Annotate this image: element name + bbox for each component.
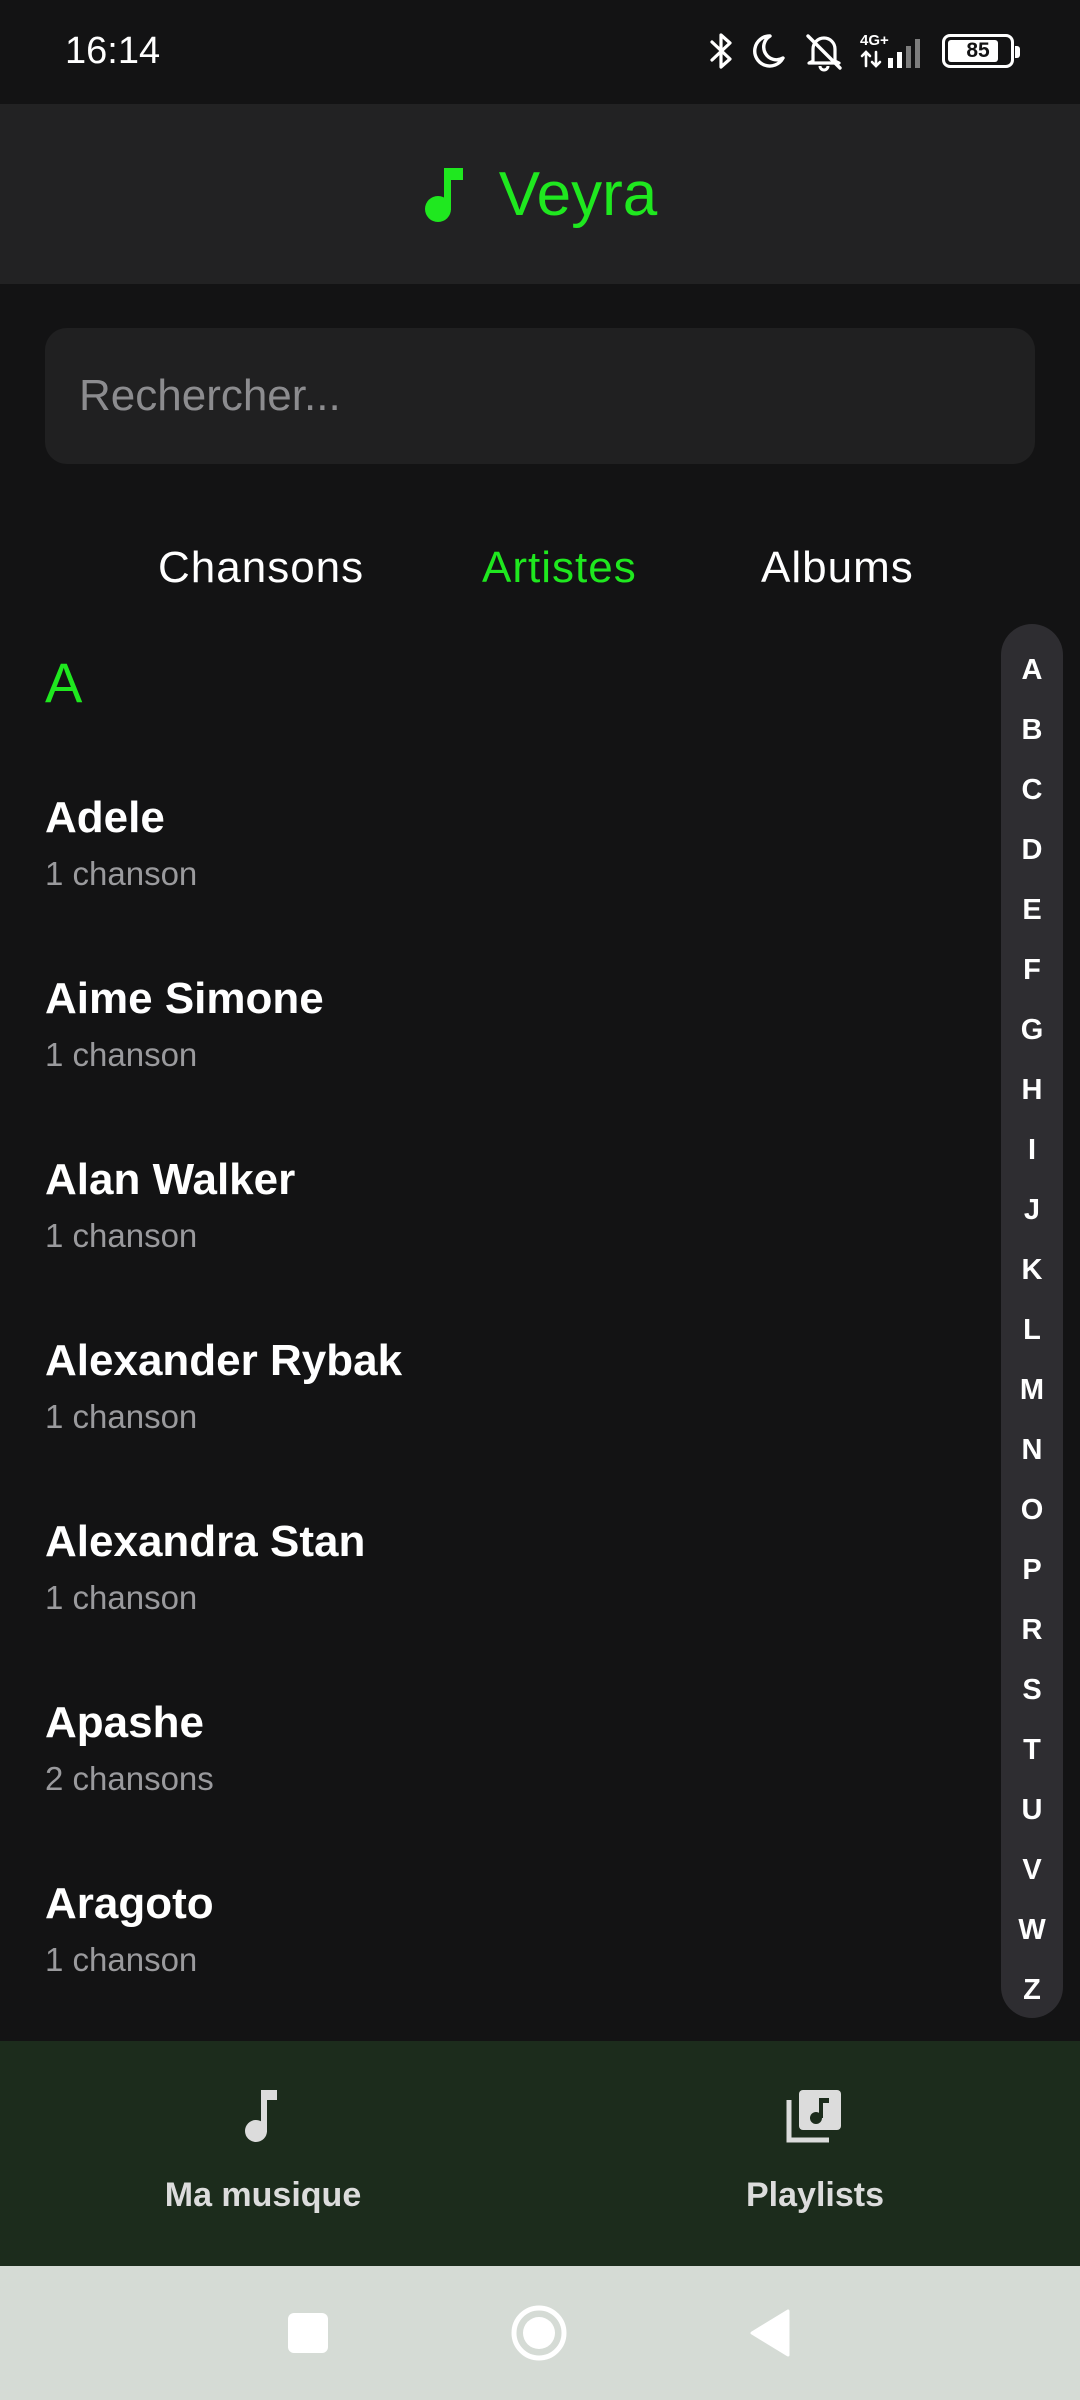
network-type-label: 4G+: [860, 32, 889, 49]
artist-song-count: 2 chansons: [45, 1760, 214, 1797]
home-circle-icon: [511, 2305, 567, 2361]
index-letter-v[interactable]: V: [1001, 1840, 1063, 1900]
system-nav-bar: [0, 2266, 1080, 2400]
battery-tip: [1015, 46, 1020, 58]
artist-song-count: 1 chanson: [45, 1579, 198, 1616]
do-not-disturb-moon-icon: [753, 34, 785, 68]
app-header: Veyra: [0, 104, 1080, 284]
index-letter-d[interactable]: D: [1001, 820, 1063, 880]
tab-albums[interactable]: Albums: [761, 528, 914, 608]
artist-name: Alan Walker: [45, 1155, 296, 1204]
index-letter-c[interactable]: C: [1001, 760, 1063, 820]
status-time: 16:14: [65, 30, 161, 72]
index-letter-z[interactable]: Z: [1001, 1960, 1063, 2020]
artist-song-count: 1 chanson: [45, 1398, 198, 1435]
battery-level: 85: [966, 39, 990, 62]
index-letter-g[interactable]: G: [1001, 1000, 1063, 1060]
index-letter-r[interactable]: R: [1001, 1600, 1063, 1660]
list-item[interactable]: Alexander Rybak 1 chanson: [0, 1313, 990, 1494]
artist-song-count: 1 chanson: [45, 1217, 198, 1254]
artist-name: Adele: [45, 793, 165, 842]
index-letter-k[interactable]: K: [1001, 1240, 1063, 1300]
index-letter-l[interactable]: L: [1001, 1300, 1063, 1360]
tab-artistes[interactable]: Artistes: [482, 528, 637, 608]
index-letter-b[interactable]: B: [1001, 700, 1063, 760]
index-letter-n[interactable]: N: [1001, 1420, 1063, 1480]
index-letter-i[interactable]: I: [1001, 1120, 1063, 1180]
index-letter-f[interactable]: F: [1001, 940, 1063, 1000]
bluetooth-icon: [710, 33, 732, 69]
muted-bell-icon: [806, 34, 842, 72]
list-item[interactable]: Aragoto 1 chanson: [0, 1856, 990, 2037]
index-letter-h[interactable]: H: [1001, 1060, 1063, 1120]
index-letter-s[interactable]: S: [1001, 1660, 1063, 1720]
artist-song-count: 1 chanson: [45, 1036, 198, 1073]
list-item[interactable]: Apashe 2 chansons: [0, 1675, 990, 1856]
index-letter-w[interactable]: W: [1001, 1900, 1063, 1960]
list-item[interactable]: Alan Walker 1 chanson: [0, 1132, 990, 1313]
index-letter-u[interactable]: U: [1001, 1780, 1063, 1840]
list-item[interactable]: Adele 1 chanson: [0, 770, 990, 951]
library-music-icon: [786, 2090, 841, 2143]
index-letter-p[interactable]: P: [1001, 1540, 1063, 1600]
search-input[interactable]: [45, 328, 1035, 464]
artist-name: Alexander Rybak: [45, 1336, 403, 1385]
artist-name: Aragoto: [45, 1879, 214, 1928]
nav-playlists[interactable]: Playlists: [665, 2086, 965, 2215]
artist-name: Aime Simone: [45, 974, 324, 1023]
search-box[interactable]: [45, 328, 1035, 464]
status-icons: 4G+ 85: [706, 26, 1020, 76]
music-note-icon: [424, 168, 463, 222]
recents-square-icon: [288, 2313, 328, 2353]
index-letter-j[interactable]: J: [1001, 1180, 1063, 1240]
index-letter-o[interactable]: O: [1001, 1480, 1063, 1540]
home-button[interactable]: [479, 2266, 599, 2400]
battery-icon: 85: [942, 34, 1020, 68]
index-letter-e[interactable]: E: [1001, 880, 1063, 940]
app-title: Veyra: [498, 159, 658, 229]
index-letter-t[interactable]: T: [1001, 1720, 1063, 1780]
back-button[interactable]: [710, 2266, 830, 2400]
signal-4g-icon: 4G+: [860, 32, 920, 68]
tab-chansons[interactable]: Chansons: [158, 528, 364, 608]
artist-song-count: 1 chanson: [45, 1941, 198, 1978]
nav-label: Ma musique: [164, 2176, 362, 2214]
index-letter-m[interactable]: M: [1001, 1360, 1063, 1420]
tab-bar: Chansons Artistes Albums: [0, 528, 1080, 608]
artist-name: Alexandra Stan: [45, 1517, 366, 1566]
artist-name: Apashe: [45, 1698, 204, 1747]
artist-song-count: 1 chanson: [45, 855, 198, 892]
artist-list: Adele 1 chanson Aime Simone 1 chanson Al…: [0, 770, 990, 2037]
list-item[interactable]: Alexandra Stan 1 chanson: [0, 1494, 990, 1675]
recents-button[interactable]: [248, 2266, 368, 2400]
alphabet-index[interactable]: A B C D E F G H I J K L M N O P R S T U …: [1001, 624, 1063, 2018]
index-letter-a[interactable]: A: [1001, 640, 1063, 700]
music-note-icon: [245, 2090, 277, 2142]
list-item[interactable]: Aime Simone 1 chanson: [0, 951, 990, 1132]
nav-label: Playlists: [746, 2176, 884, 2214]
section-header-letter: A: [45, 651, 83, 714]
nav-ma-musique[interactable]: Ma musique: [113, 2086, 413, 2215]
bottom-nav: Ma musique Playlists: [0, 2041, 1080, 2266]
status-bar: 16:14 4G+ 85: [0, 0, 1080, 104]
back-triangle-icon: [750, 2309, 790, 2357]
